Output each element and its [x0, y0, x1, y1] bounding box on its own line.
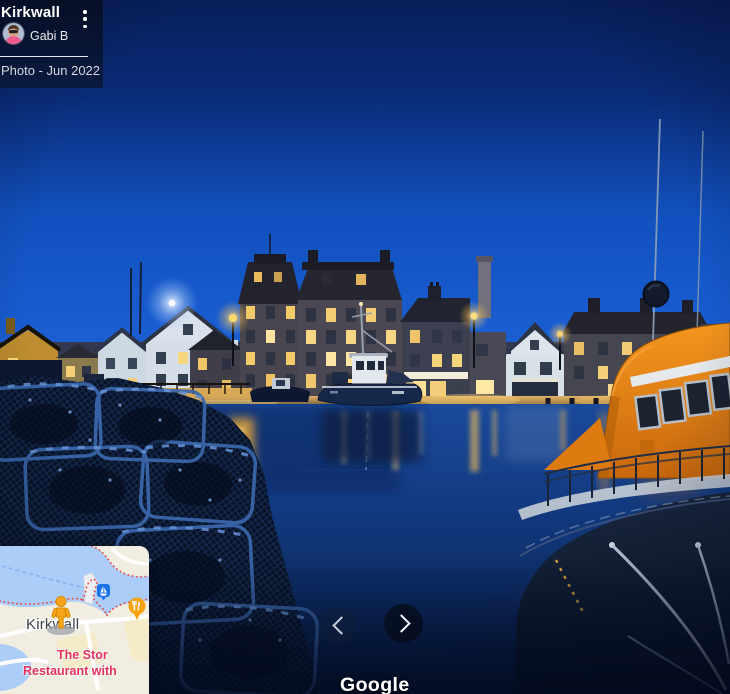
photo-title: Kirkwall [1, 4, 60, 21]
street-view-photo[interactable]: Kirkwall Gabi B Photo - Jun 2022 [0, 0, 730, 694]
next-photo-button[interactable] [384, 604, 423, 643]
poi-label-line2: Restaurant with [23, 663, 117, 679]
divider [0, 56, 88, 57]
author-name: Gabi B [30, 29, 68, 43]
avatar-image [3, 23, 24, 44]
chevron-left-icon [332, 616, 350, 634]
avatar[interactable] [3, 23, 24, 44]
prev-photo-button[interactable] [321, 607, 357, 643]
photo-info-card: Kirkwall Gabi B Photo - Jun 2022 [0, 0, 103, 88]
google-watermark: Google [340, 674, 410, 694]
poi-label-line1: The Stor [57, 647, 108, 663]
kebab-menu-icon [83, 10, 87, 14]
minimap[interactable]: Kirkwall The Stor Restaurant with [0, 546, 149, 694]
more-options-button[interactable] [78, 7, 92, 31]
photo-date: Photo - Jun 2022 [1, 63, 100, 78]
chevron-right-icon [392, 614, 410, 632]
